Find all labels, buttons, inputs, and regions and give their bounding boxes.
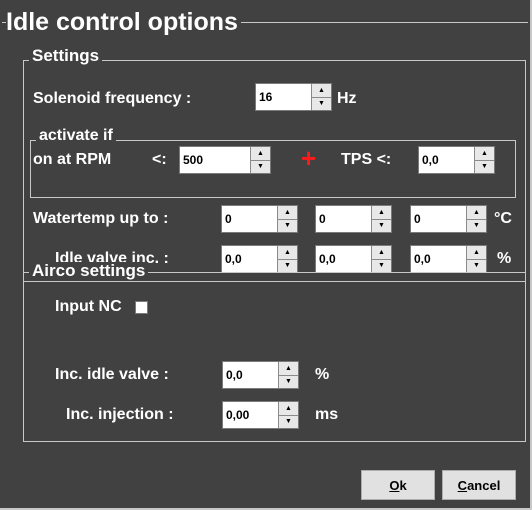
spin-up-icon[interactable]: ▲: [279, 362, 298, 376]
inc-idle-valve-label: Inc. idle valve :: [55, 366, 169, 383]
idle-valve-input-3[interactable]: [411, 246, 466, 272]
spin-up-icon[interactable]: ▲: [278, 206, 297, 220]
rpm-input[interactable]: [180, 147, 250, 173]
spin-up-icon[interactable]: ▲: [251, 147, 270, 161]
spin-down-icon[interactable]: ▼: [312, 98, 331, 111]
spin-up-icon[interactable]: ▲: [279, 402, 298, 416]
spin-down-icon[interactable]: ▼: [372, 220, 391, 233]
solenoid-frequency-input[interactable]: [256, 84, 311, 110]
idle-valve-spinner-1[interactable]: ▲▼: [221, 245, 298, 273]
spin-buttons[interactable]: ▲ ▼: [466, 246, 486, 272]
solenoid-frequency-spinner[interactable]: ▲▼: [255, 83, 332, 111]
settings-legend: Settings: [29, 47, 103, 64]
activate-if-legend: activate if: [36, 128, 116, 144]
watertemp-input-1[interactable]: [222, 206, 277, 232]
spin-buttons[interactable]: ▲ ▼: [371, 246, 391, 272]
watertemp-spinner-3[interactable]: ▲▼: [410, 205, 487, 233]
spin-down-icon[interactable]: ▼: [467, 220, 486, 233]
cancel-mnemonic: C: [457, 477, 468, 493]
watertemp-input-3[interactable]: [411, 206, 466, 232]
inc-idle-valve-input[interactable]: [223, 362, 278, 388]
rpm-label: on at RPM: [33, 151, 112, 168]
spin-down-icon[interactable]: ▼: [279, 416, 298, 429]
spin-buttons[interactable]: ▲ ▼: [250, 147, 270, 173]
spin-down-icon[interactable]: ▼: [372, 260, 391, 273]
spin-down-icon[interactable]: ▼: [278, 220, 297, 233]
spin-buttons[interactable]: ▲ ▼: [474, 147, 494, 173]
watertemp-label: Watertemp up to :: [33, 210, 169, 227]
spin-buttons[interactable]: ▲ ▼: [371, 206, 391, 232]
spin-buttons[interactable]: ▲ ▼: [278, 402, 298, 428]
ok-button[interactable]: Ok: [361, 470, 435, 500]
idle-valve-input-1[interactable]: [222, 246, 277, 272]
spin-buttons[interactable]: ▲ ▼: [311, 84, 331, 110]
plus-icon: +: [301, 143, 317, 173]
input-nc-checkbox[interactable]: [135, 301, 148, 314]
spin-up-icon[interactable]: ▲: [475, 147, 494, 161]
tps-spinner[interactable]: ▲▼: [418, 146, 495, 174]
spin-up-icon[interactable]: ▲: [467, 246, 486, 260]
spin-down-icon[interactable]: ▼: [251, 161, 270, 174]
spin-down-icon[interactable]: ▼: [279, 376, 298, 389]
airco-legend: Airco settings: [29, 262, 149, 279]
spin-down-icon[interactable]: ▼: [467, 260, 486, 273]
spin-buttons[interactable]: ▲ ▼: [278, 362, 298, 388]
tps-input[interactable]: [419, 147, 474, 173]
inc-idle-valve-spinner[interactable]: ▲▼: [222, 361, 299, 389]
solenoid-unit: Hz: [337, 90, 357, 107]
watertemp-spinner-2[interactable]: ▲▼: [315, 205, 392, 233]
spin-up-icon[interactable]: ▲: [312, 84, 331, 98]
idle-valve-spinner-2[interactable]: ▲▼: [315, 245, 392, 273]
spin-up-icon[interactable]: ▲: [467, 206, 486, 220]
watertemp-unit: °C: [494, 210, 512, 227]
input-nc-label: Input NC: [55, 298, 122, 315]
spin-up-icon[interactable]: ▲: [372, 206, 391, 220]
dialog-title: Idle control options: [6, 8, 241, 36]
cancel-button[interactable]: Cancel: [442, 470, 516, 500]
spin-up-icon[interactable]: ▲: [372, 246, 391, 260]
spin-down-icon[interactable]: ▼: [278, 260, 297, 273]
idle-valve-spinner-3[interactable]: ▲▼: [410, 245, 487, 273]
inc-injection-input[interactable]: [223, 402, 278, 428]
rpm-operator: <:: [152, 151, 167, 168]
idle-control-dialog: Idle control options Settings Solenoid f…: [0, 0, 532, 510]
spin-buttons[interactable]: ▲ ▼: [277, 206, 297, 232]
cancel-label-rest: ancel: [467, 477, 501, 493]
idle-valve-input-2[interactable]: [316, 246, 371, 272]
spin-buttons[interactable]: ▲ ▼: [466, 206, 486, 232]
watertemp-spinner-1[interactable]: ▲▼: [221, 205, 298, 233]
inc-injection-label: Inc. injection :: [66, 406, 174, 423]
idle-valve-unit: %: [497, 250, 512, 267]
spin-down-icon[interactable]: ▼: [475, 161, 494, 174]
tps-label: TPS <:: [341, 151, 392, 168]
inc-idle-valve-unit: %: [315, 366, 330, 383]
inc-injection-spinner[interactable]: ▲▼: [222, 401, 299, 429]
rpm-spinner[interactable]: ▲▼: [179, 146, 271, 174]
inc-injection-unit: ms: [315, 406, 339, 423]
spin-up-icon[interactable]: ▲: [278, 246, 297, 260]
ok-mnemonic: O: [389, 477, 400, 493]
solenoid-frequency-label: Solenoid frequency :: [33, 90, 192, 107]
spin-buttons[interactable]: ▲ ▼: [277, 246, 297, 272]
ok-label-rest: k: [399, 477, 407, 493]
watertemp-input-2[interactable]: [316, 206, 371, 232]
